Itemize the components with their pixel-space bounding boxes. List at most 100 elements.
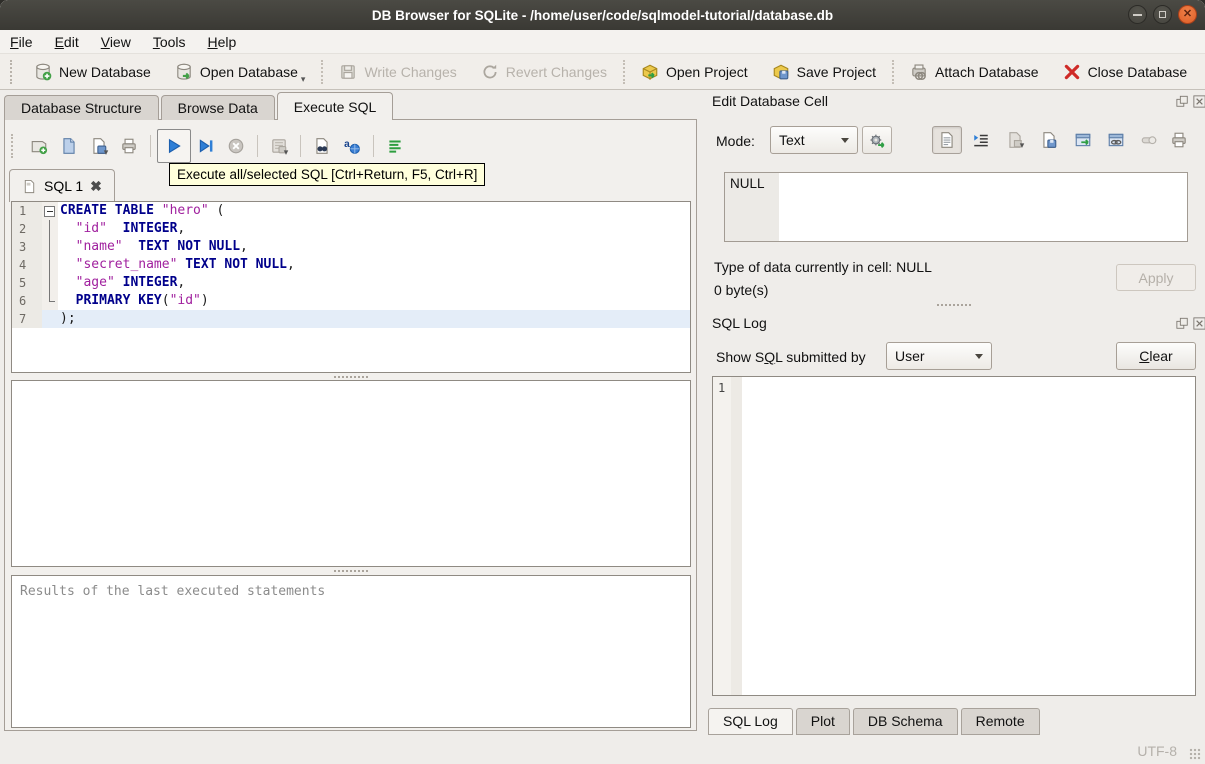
set-null-icon (1140, 131, 1158, 149)
stop-icon (227, 137, 245, 155)
code-line: PRIMARY KEY("id") (75, 293, 209, 308)
line-number: 4 (12, 256, 42, 274)
dock-tab-plot[interactable]: Plot (795, 708, 850, 735)
dock-tab-db-schema[interactable]: DB Schema (852, 708, 958, 735)
menu-view[interactable]: View (101, 34, 131, 50)
code-line: "id" INTEGER, (75, 221, 186, 236)
revert-changes-button[interactable]: Revert Changes (469, 57, 619, 87)
menu-file[interactable]: File (10, 34, 33, 50)
open-database-button[interactable]: Open Database ▾ (163, 57, 318, 87)
dock-float-button[interactable] (1176, 95, 1189, 108)
new-database-button[interactable]: New Database (22, 57, 163, 87)
tab-execute-sql[interactable]: Execute SQL (276, 92, 394, 120)
write-changes-button[interactable]: Write Changes (327, 57, 468, 87)
close-button[interactable]: ✕ (1178, 5, 1197, 24)
attach-database-icon (910, 63, 928, 81)
app-window: DB Browser for SQLite - /home/user/code/… (0, 0, 1205, 764)
print-cell-button[interactable] (1164, 126, 1194, 154)
word-wrap-button[interactable] (966, 126, 996, 154)
save-as-button[interactable] (1034, 126, 1064, 154)
apply-button[interactable]: Apply (1116, 264, 1196, 291)
sql-log-view[interactable]: 1 (712, 376, 1196, 696)
sql-editor-lines: 1 CREATE TABLE "hero" (2 "id" INTEGER, 3 "… (12, 202, 690, 328)
printer-icon (120, 137, 138, 155)
open-project-button[interactable]: Open Project (629, 57, 760, 87)
dock-tab-remote[interactable]: Remote (960, 708, 1040, 735)
fold-margin (42, 292, 58, 310)
close-tab-icon[interactable]: ✖ (90, 178, 102, 195)
cell-editor[interactable]: NULL (724, 172, 1188, 242)
find-button[interactable] (307, 131, 337, 161)
open-database-dropdown-icon[interactable]: ▾ (301, 74, 306, 87)
set-null-button[interactable] (1134, 126, 1164, 154)
dock-tab-sql-log[interactable]: SQL Log (708, 708, 793, 735)
cell-value: NULL (725, 173, 779, 241)
open-database-icon (175, 63, 193, 81)
toolbar-separator (622, 59, 625, 84)
execute-current-line-button[interactable] (191, 131, 221, 161)
auto-switch-mode-button[interactable] (862, 126, 892, 154)
log-filter-select[interactable]: User (886, 342, 992, 370)
maximize-button[interactable] (1153, 5, 1172, 24)
save-project-button[interactable]: Save Project (760, 57, 888, 87)
save-results-dropdown-icon[interactable]: ▾ (284, 147, 289, 160)
dock-close-button[interactable] (1193, 95, 1205, 108)
word-wrap-icon (972, 131, 990, 149)
format-sql-button[interactable] (380, 131, 410, 161)
autocomplete-button[interactable]: a (337, 131, 367, 161)
print-sql-button[interactable] (114, 131, 144, 161)
save-results-button[interactable]: ▾ (264, 131, 294, 161)
sql-editor[interactable]: 1 CREATE TABLE "hero" (2 "id" INTEGER, 3 "… (11, 201, 691, 373)
close-database-button[interactable]: Close Database (1051, 57, 1200, 87)
mode-select[interactable]: Text (770, 126, 858, 154)
attach-database-button[interactable]: Attach Database (898, 57, 1051, 87)
editor-line: 1 CREATE TABLE "hero" ( (12, 202, 690, 220)
open-sql-file-button[interactable] (54, 131, 84, 161)
dock-float-button[interactable] (1176, 317, 1189, 330)
results-pane[interactable]: Results of the last executed statements (11, 575, 691, 728)
open-external-button[interactable] (1068, 126, 1098, 154)
import-button[interactable]: ▾ (1000, 126, 1030, 154)
dock-splitter[interactable] (703, 302, 1205, 308)
toolbar-separator (892, 59, 895, 84)
dock-close-button[interactable] (1193, 317, 1205, 330)
fold-marker-icon[interactable] (42, 202, 58, 220)
text-mode-button[interactable] (932, 126, 962, 154)
log-fold-margin (731, 377, 742, 695)
cell-editor-area[interactable] (779, 173, 1187, 241)
text-document-icon (938, 131, 956, 149)
query-status-pane[interactable] (11, 380, 691, 567)
minimize-button[interactable] (1128, 5, 1147, 24)
sql-toolbar-drag-handle[interactable] (11, 134, 16, 158)
clear-log-button[interactable]: Clear (1116, 342, 1196, 370)
save-sql-file-button[interactable]: ▾ (84, 131, 114, 161)
results-splitter[interactable] (5, 568, 696, 574)
import-dropdown-icon: ▾ (1019, 140, 1025, 150)
stop-execution-button[interactable] (221, 131, 251, 161)
menu-tools[interactable]: Tools (153, 34, 186, 50)
title-bar: DB Browser for SQLite - /home/user/code/… (0, 0, 1205, 30)
toolbar-drag-handle[interactable] (10, 59, 16, 84)
gear-icon (868, 131, 886, 149)
save-sql-dropdown-icon[interactable]: ▾ (104, 147, 109, 160)
line-number: 3 (12, 238, 42, 256)
sql-toolbar-separator (300, 135, 301, 157)
resize-grip[interactable] (1189, 748, 1201, 760)
link-button[interactable] (1101, 126, 1131, 154)
line-number: 2 (12, 220, 42, 238)
revert-changes-icon (481, 63, 499, 81)
link-icon (1107, 131, 1125, 149)
printer-icon (1170, 131, 1188, 149)
svg-text:a: a (344, 139, 350, 150)
edit-cell-title: Edit Database Cell (712, 93, 828, 109)
sql-document-tab[interactable]: SQL 1 ✖ (9, 169, 115, 202)
sql-toolbar: ▾ ▾ a (11, 128, 410, 164)
new-sql-tab-button[interactable] (24, 131, 54, 161)
menu-help[interactable]: Help (208, 34, 237, 50)
tab-browse-data[interactable]: Browse Data (160, 95, 275, 120)
execute-sql-button[interactable] (157, 129, 191, 163)
menu-edit[interactable]: Edit (55, 34, 79, 50)
window-title: DB Browser for SQLite - /home/user/code/… (371, 7, 834, 23)
tab-database-structure[interactable]: Database Structure (4, 95, 159, 120)
dock-tab-bar: SQL Log Plot DB Schema Remote (708, 708, 1043, 735)
